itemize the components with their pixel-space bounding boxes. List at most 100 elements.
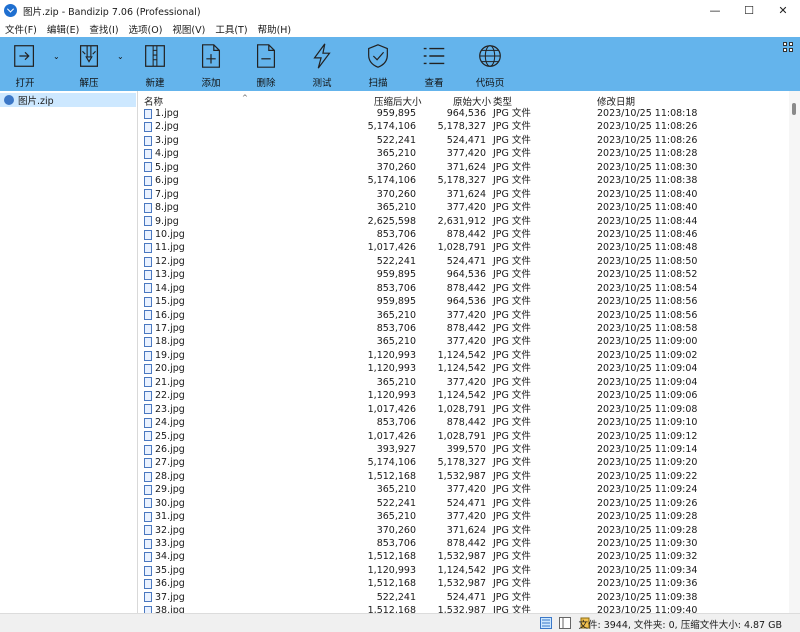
table-row[interactable]: 31.jpg 365,210 377,420 JPG 文件 2023/10/25 11:…	[139, 510, 699, 523]
table-row[interactable]: 8.jpg 365,210 377,420 JPG 文件 2023/10/25 11:0…	[139, 201, 699, 214]
file-name-cell: 15.jpg	[144, 295, 185, 308]
table-row[interactable]: 27.jpg 5,174,106 5,178,327 JPG 文件 2023/10/25…	[139, 456, 699, 469]
menu-find[interactable]: 查找(I)	[84, 22, 123, 36]
open-dropdown-arrow[interactable]: ⌄	[53, 52, 60, 61]
maximize-button[interactable]: ☐	[732, 0, 766, 21]
table-row[interactable]: 14.jpg 853,706 878,442 JPG 文件 2023/10/25 11:…	[139, 282, 699, 295]
add-file-icon	[201, 44, 221, 68]
add-button[interactable]: 添加	[196, 39, 226, 89]
table-row[interactable]: 10.jpg 853,706 878,442 JPG 文件 2023/10/25 11:…	[139, 228, 699, 241]
file-type-cell: JPG 文件	[493, 470, 531, 482]
compressed-size-cell: 365,210	[376, 484, 416, 496]
table-row[interactable]: 24.jpg 853,706 878,442 JPG 文件 2023/10/25 11:…	[139, 416, 699, 429]
test-button[interactable]: 测试	[307, 39, 337, 89]
file-name: 4.jpg	[155, 148, 179, 160]
table-row[interactable]: 21.jpg 365,210 377,420 JPG 文件 2023/10/25 11:…	[139, 376, 699, 389]
table-row[interactable]: 22.jpg 1,120,993 1,124,542 JPG 文件 2023/10/25…	[139, 389, 699, 402]
compressed-size-cell: 370,260	[376, 161, 416, 173]
table-row[interactable]: 36.jpg 1,512,168 1,532,987 JPG 文件 2023/10/25…	[139, 577, 699, 590]
table-row[interactable]: 12.jpg 522,241 524,471 JPG 文件 2023/10/25 11:…	[139, 255, 699, 268]
extract-button[interactable]: 解压	[74, 39, 104, 89]
title-bar: 图片.zip - Bandizip 7.06 (Professional) — …	[0, 0, 800, 21]
table-row[interactable]: 19.jpg 1,120,993 1,124,542 JPG 文件 2023/10/25…	[139, 349, 699, 362]
table-row[interactable]: 34.jpg 1,512,168 1,532,987 JPG 文件 2023/10/25…	[139, 550, 699, 563]
open-button[interactable]: 打开	[10, 39, 40, 89]
details-view-icon[interactable]	[540, 617, 552, 629]
column-header-compressed[interactable]: 压缩后大小	[374, 94, 422, 108]
table-row[interactable]: 32.jpg 370,260 371,624 JPG 文件 2023/10/25 11:…	[139, 524, 699, 537]
column-header-modified[interactable]: 修改日期	[597, 94, 635, 108]
table-row[interactable]: 18.jpg 365,210 377,420 JPG 文件 2023/10/25 11:…	[139, 335, 699, 348]
vertical-scrollbar[interactable]	[789, 91, 800, 613]
modified-date-cell: 2023/10/25 11:09:36	[597, 578, 698, 590]
table-row[interactable]: 5.jpg 370,260 371,624 JPG 文件 2023/10/25 11:0…	[139, 161, 699, 174]
menu-help[interactable]: 帮助(H)	[253, 22, 297, 36]
file-name: 29.jpg	[155, 484, 185, 496]
table-row[interactable]: 13.jpg 959,895 964,536 JPG 文件 2023/10/25 11:…	[139, 268, 699, 281]
modified-date-cell: 2023/10/25 11:08:40	[597, 202, 698, 214]
menu-tools[interactable]: 工具(T)	[210, 22, 252, 36]
minimize-button[interactable]: —	[698, 0, 732, 21]
menu-file[interactable]: 文件(F)	[0, 22, 42, 36]
file-name: 3.jpg	[155, 134, 179, 146]
original-size-cell: 5,178,327	[437, 457, 486, 469]
modified-date-cell: 2023/10/25 11:09:20	[597, 457, 698, 469]
table-row[interactable]: 16.jpg 365,210 377,420 JPG 文件 2023/10/25 11:…	[139, 309, 699, 322]
tree-view-icon[interactable]	[559, 617, 571, 629]
file-name-cell: 13.jpg	[144, 268, 185, 281]
table-row[interactable]: 29.jpg 365,210 377,420 JPG 文件 2023/10/25 11:…	[139, 483, 699, 496]
table-row[interactable]: 37.jpg 522,241 524,471 JPG 文件 2023/10/25 11:…	[139, 591, 699, 604]
table-row[interactable]: 1.jpg 959,895 964,536 JPG 文件 2023/10/25 11:0…	[139, 107, 699, 120]
file-name: 19.jpg	[155, 349, 185, 361]
view-button[interactable]: 查看	[419, 39, 449, 89]
table-row[interactable]: 3.jpg 522,241 524,471 JPG 文件 2023/10/25 11:0…	[139, 134, 699, 147]
column-header-type[interactable]: 类型	[493, 94, 512, 108]
table-row[interactable]: 9.jpg 2,625,598 2,631,912 JPG 文件 2023/10/25 …	[139, 215, 699, 228]
column-header-name[interactable]: 名称	[144, 94, 163, 108]
file-name-cell: 19.jpg	[144, 349, 185, 362]
table-row[interactable]: 20.jpg 1,120,993 1,124,542 JPG 文件 2023/10/25…	[139, 362, 699, 375]
modified-date-cell: 2023/10/25 11:09:10	[597, 417, 698, 429]
table-row[interactable]: 38.jpg 1,512,168 1,532,987 JPG 文件 2023/10/25…	[139, 604, 699, 613]
codepage-button[interactable]: 代码页	[475, 39, 505, 89]
table-row[interactable]: 30.jpg 522,241 524,471 JPG 文件 2023/10/25 11:…	[139, 497, 699, 510]
column-header-original[interactable]: 原始大小	[453, 94, 491, 108]
extract-dropdown-arrow[interactable]: ⌄	[117, 52, 124, 61]
table-row[interactable]: 7.jpg 370,260 371,624 JPG 文件 2023/10/25 11:0…	[139, 188, 699, 201]
new-button[interactable]: 新建	[140, 39, 170, 89]
table-row[interactable]: 2.jpg 5,174,106 5,178,327 JPG 文件 2023/10/25 …	[139, 120, 699, 133]
table-row[interactable]: 35.jpg 1,120,993 1,124,542 JPG 文件 2023/10/25…	[139, 564, 699, 577]
compressed-size-cell: 1,512,168	[367, 578, 416, 590]
menu-view[interactable]: 视图(V)	[167, 22, 210, 36]
file-type-cell: JPG 文件	[493, 161, 531, 173]
menu-edit[interactable]: 编辑(E)	[42, 22, 84, 36]
jpg-file-icon	[144, 243, 152, 254]
bandizip-app-icon[interactable]	[4, 4, 17, 17]
compressed-size-cell: 959,895	[376, 269, 416, 281]
file-name: 14.jpg	[155, 282, 185, 294]
delete-button[interactable]: 删除	[251, 39, 281, 89]
table-row[interactable]: 6.jpg 5,174,106 5,178,327 JPG 文件 2023/10/25 …	[139, 174, 699, 187]
modified-date-cell: 2023/10/25 11:09:32	[597, 551, 698, 563]
tree-item-archive[interactable]: 图片.zip	[0, 93, 136, 107]
scrollbar-thumb[interactable]	[792, 103, 796, 115]
menu-options[interactable]: 选项(O)	[124, 22, 168, 36]
table-row[interactable]: 17.jpg 853,706 878,442 JPG 文件 2023/10/25 11:…	[139, 322, 699, 335]
layout-menu-icon[interactable]	[783, 42, 793, 52]
table-row[interactable]: 33.jpg 853,706 878,442 JPG 文件 2023/10/25 11:…	[139, 537, 699, 550]
table-row[interactable]: 23.jpg 1,017,426 1,028,791 JPG 文件 2023/10/25…	[139, 403, 699, 416]
table-row[interactable]: 25.jpg 1,017,426 1,028,791 JPG 文件 2023/10/25…	[139, 430, 699, 443]
modified-date-cell: 2023/10/25 11:09:04	[597, 376, 698, 388]
list-header: 名称 ^ 压缩后大小 原始大小 类型 修改日期	[139, 93, 699, 108]
add-label: 添加	[201, 78, 221, 89]
table-row[interactable]: 26.jpg 393,927 399,570 JPG 文件 2023/10/25 11:…	[139, 443, 699, 456]
scan-button[interactable]: 扫描	[363, 39, 393, 89]
table-row[interactable]: 4.jpg 365,210 377,420 JPG 文件 2023/10/25 11:0…	[139, 147, 699, 160]
table-row[interactable]: 28.jpg 1,512,168 1,532,987 JPG 文件 2023/10/25…	[139, 470, 699, 483]
table-row[interactable]: 11.jpg 1,017,426 1,028,791 JPG 文件 2023/10/25…	[139, 241, 699, 254]
view-label: 查看	[424, 78, 444, 89]
table-row[interactable]: 15.jpg 959,895 964,536 JPG 文件 2023/10/25 11:…	[139, 295, 699, 308]
delete-file-icon	[256, 44, 276, 68]
compressed-size-cell: 365,210	[376, 202, 416, 214]
close-button[interactable]: ✕	[766, 0, 800, 21]
